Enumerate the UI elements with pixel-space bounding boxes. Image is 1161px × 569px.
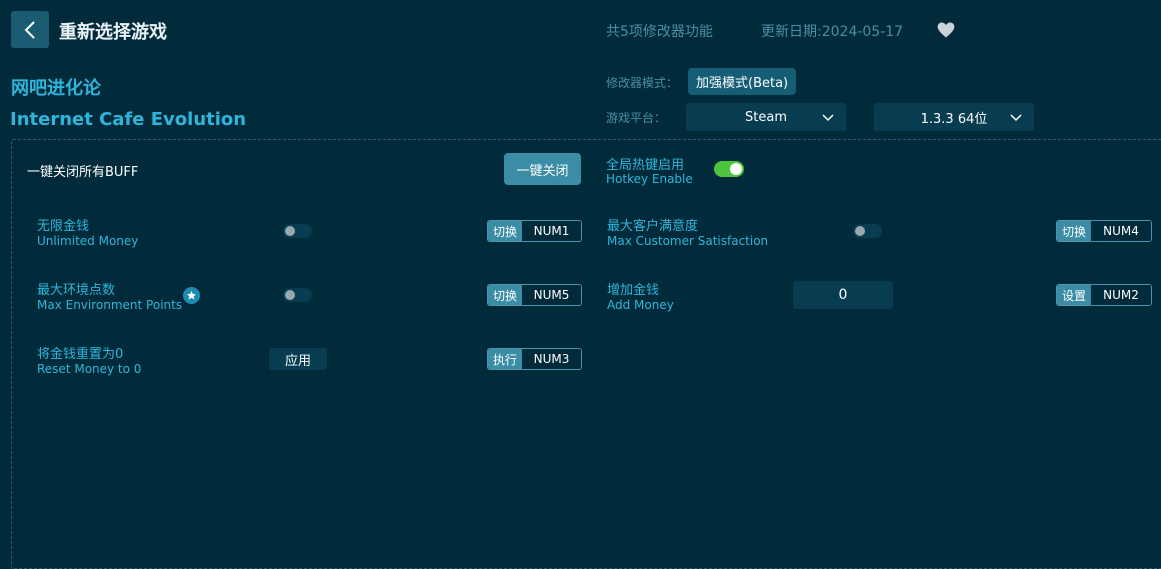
max-satisfaction-hotkey[interactable]: 切换 NUM4 <box>1056 220 1152 242</box>
star-icon <box>183 287 200 304</box>
hotkey-label-en: Hotkey Enable <box>606 172 693 186</box>
platform-label: 游戏平台： <box>606 111 667 125</box>
platform-value: Steam <box>745 109 787 125</box>
hotkey-action: 设置 <box>1057 285 1091 305</box>
hotkey-action: 切换 <box>488 285 522 305</box>
feature-label-cn: 无限金钱 <box>37 219 90 234</box>
game-name-cn: 网吧进化论 <box>11 78 101 99</box>
chevron-down-icon <box>1010 114 1022 122</box>
add-money-hotkey[interactable]: 设置 NUM2 <box>1056 284 1152 306</box>
add-money-input[interactable] <box>793 281 893 309</box>
feature-count: 共5项修改器功能 <box>606 24 713 40</box>
hotkey-key: NUM4 <box>1091 221 1151 241</box>
unlimited-money-toggle[interactable] <box>283 224 312 238</box>
feature-label-en: Max Environment Points <box>37 298 183 312</box>
hotkey-label-cn: 全局热键启用 <box>606 158 685 173</box>
feature-label-cn: 将金钱重置为0 <box>37 347 124 362</box>
back-button[interactable] <box>11 11 49 48</box>
hotkey-action: 执行 <box>488 349 522 369</box>
max-satisfaction-toggle[interactable] <box>853 224 882 238</box>
mode-label: 修改器模式： <box>606 76 679 90</box>
features-panel <box>11 139 1161 569</box>
hotkey-action: 切换 <box>488 221 522 241</box>
feature-label-cn: 最大客户满意度 <box>607 219 699 234</box>
version-dropdown[interactable]: 1.3.3 64位 <box>874 103 1034 131</box>
feature-label-en: Reset Money to 0 <box>37 362 142 376</box>
platform-dropdown[interactable]: Steam <box>686 103 846 131</box>
feature-label-cn: 增加金钱 <box>607 283 660 298</box>
hotkey-action: 切换 <box>1057 221 1091 241</box>
feature-label-en: Add Money <box>607 298 674 312</box>
feature-label-en: Max Customer Satisfaction <box>607 234 769 248</box>
hotkey-key: NUM3 <box>522 349 581 369</box>
max-environment-toggle[interactable] <box>283 288 312 302</box>
hotkey-key: NUM1 <box>522 221 581 241</box>
unlimited-money-hotkey[interactable]: 切换 NUM1 <box>487 220 582 242</box>
feature-label-en: Unlimited Money <box>37 234 139 248</box>
chevron-down-icon <box>822 114 834 122</box>
back-arrow-icon <box>24 20 35 39</box>
reset-money-hotkey[interactable]: 执行 NUM3 <box>487 348 582 370</box>
feature-label-cn: 最大环境点数 <box>37 283 116 298</box>
game-name-en: Internet Cafe Evolution <box>10 109 247 130</box>
hotkey-toggle[interactable] <box>714 161 744 177</box>
hotkey-key: NUM5 <box>522 285 581 305</box>
reset-money-apply-button[interactable]: 应用 <box>269 348 327 370</box>
hotkey-key: NUM2 <box>1091 285 1151 305</box>
all-off-label: 一键关闭所有BUFF <box>27 165 139 180</box>
update-date: 更新日期:2024-05-17 <box>761 24 904 40</box>
mode-badge[interactable]: 加强模式(Beta) <box>688 68 797 95</box>
heart-icon[interactable] <box>936 20 956 40</box>
all-off-button[interactable]: 一键关闭 <box>504 153 581 185</box>
page-title: 重新选择游戏 <box>59 22 167 43</box>
version-value: 1.3.3 64位 <box>920 111 988 127</box>
max-environment-hotkey[interactable]: 切换 NUM5 <box>487 284 582 306</box>
